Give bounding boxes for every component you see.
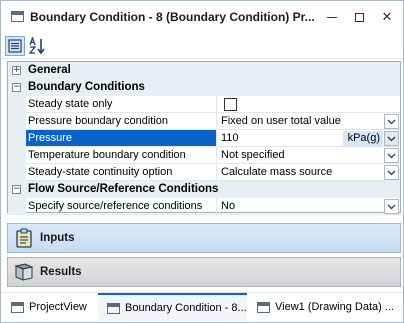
tab-label: Boundary Condition - 8... xyxy=(125,302,247,314)
window-tab-icon xyxy=(107,302,120,314)
minimize-button[interactable] xyxy=(319,5,345,29)
dropdown-button[interactable] xyxy=(384,148,399,163)
inputs-panel-button[interactable]: Inputs xyxy=(7,223,401,253)
property-value-text: Fixed on user total value xyxy=(221,115,341,127)
chevron-down-icon xyxy=(387,204,396,209)
property-name: Specify source/reference conditions xyxy=(26,198,217,215)
property-row-temperature-boundary-condition[interactable]: Temperature boundary condition Not speci… xyxy=(8,147,400,164)
close-button[interactable]: ✕ xyxy=(374,5,400,29)
tab-projectview[interactable]: ProjectView xyxy=(11,293,95,321)
property-row-pressure[interactable]: Pressure 110 kPa(g) xyxy=(8,130,400,147)
property-name: Pressure boundary condition xyxy=(26,113,217,130)
category-flow-source[interactable]: − Flow Source/Reference Conditions xyxy=(8,181,400,198)
category-label-general: General xyxy=(28,64,71,76)
property-row-pressure-boundary-condition[interactable]: Pressure boundary condition Fixed on use… xyxy=(8,113,400,130)
category-label-boundary-conditions: Boundary Conditions xyxy=(28,81,145,93)
minimize-icon xyxy=(327,16,337,18)
maximize-icon xyxy=(354,12,364,22)
property-row-steady-state-continuity[interactable]: Steady-state continuity option Calculate… xyxy=(8,164,400,181)
property-grid: + General − Boundary Conditions Steady s… xyxy=(7,61,401,215)
specify-source-select[interactable]: No xyxy=(217,198,400,215)
document-tab-bar: ProjectView Boundary Condition - 8... Vi… xyxy=(1,292,403,322)
inputs-panel-label: Inputs xyxy=(40,232,75,244)
chevron-down-icon xyxy=(387,136,396,141)
chevron-down-icon xyxy=(387,170,396,175)
tab-label: ProjectView xyxy=(29,301,87,313)
steady-state-continuity-select[interactable]: Calculate mass source xyxy=(217,164,400,181)
property-name: Pressure xyxy=(26,130,217,147)
property-name: Temperature boundary condition xyxy=(26,147,217,164)
properties-window: Boundary Condition - 8 (Boundary Conditi… xyxy=(0,0,404,323)
property-value-text: 110 xyxy=(221,132,239,144)
property-name: Steady state only xyxy=(26,96,217,113)
property-value-text: No xyxy=(221,200,236,212)
pressure-value-field[interactable]: 110 kPa(g) xyxy=(217,130,400,147)
results-panel-button[interactable]: Results xyxy=(7,257,401,287)
sort-alphabetical-icon xyxy=(29,37,45,55)
property-value xyxy=(217,96,400,113)
category-boundary-conditions[interactable]: − Boundary Conditions xyxy=(8,79,400,96)
chevron-down-icon xyxy=(387,153,396,158)
property-value-text: Calculate mass source xyxy=(221,166,333,178)
window-title: Boundary Condition - 8 (Boundary Conditi… xyxy=(30,10,315,24)
sort-alphabetical-button[interactable] xyxy=(28,36,48,56)
pressure-boundary-condition-select[interactable]: Fixed on user total value xyxy=(217,113,400,130)
close-icon: ✕ xyxy=(381,9,393,24)
maximize-button[interactable] xyxy=(346,5,372,29)
property-name: Steady-state continuity option xyxy=(26,164,217,181)
dropdown-button[interactable] xyxy=(384,165,399,180)
category-general[interactable]: + General xyxy=(8,62,400,79)
property-row-steady-state-only[interactable]: Steady state only xyxy=(8,96,400,113)
property-toolbar xyxy=(1,33,403,59)
results-book-icon xyxy=(14,262,34,282)
property-row-specify-source[interactable]: Specify source/reference conditions No xyxy=(8,198,400,215)
tab-view1-drawing-data[interactable]: View1 (Drawing Data) ... xyxy=(257,293,403,321)
results-panel-label: Results xyxy=(40,266,82,278)
title-bar[interactable]: Boundary Condition - 8 (Boundary Conditi… xyxy=(1,1,403,33)
chevron-down-icon xyxy=(387,119,396,124)
property-value-text: Not specified xyxy=(221,149,285,161)
steady-state-checkbox[interactable] xyxy=(224,98,237,111)
window-tab-icon xyxy=(11,301,24,313)
dropdown-button[interactable] xyxy=(384,114,399,129)
category-label-flow-source: Flow Source/Reference Conditions xyxy=(28,183,219,195)
tab-label: View1 (Drawing Data) ... xyxy=(275,301,395,313)
dropdown-button[interactable] xyxy=(384,131,399,146)
expand-icon[interactable]: + xyxy=(12,66,21,75)
window-tab-icon xyxy=(257,301,270,313)
window-app-icon xyxy=(11,11,24,22)
tab-boundary-condition[interactable]: Boundary Condition - 8... xyxy=(98,293,247,321)
categorized-view-button[interactable] xyxy=(5,36,25,56)
categorized-view-icon xyxy=(8,39,22,53)
clipboard-icon xyxy=(14,228,34,248)
temperature-boundary-condition-select[interactable]: Not specified xyxy=(217,147,400,164)
collapse-icon[interactable]: − xyxy=(12,185,21,194)
dropdown-button[interactable] xyxy=(384,199,399,214)
collapse-icon[interactable]: − xyxy=(12,83,21,92)
pressure-unit-select[interactable]: kPa(g) xyxy=(343,131,383,146)
